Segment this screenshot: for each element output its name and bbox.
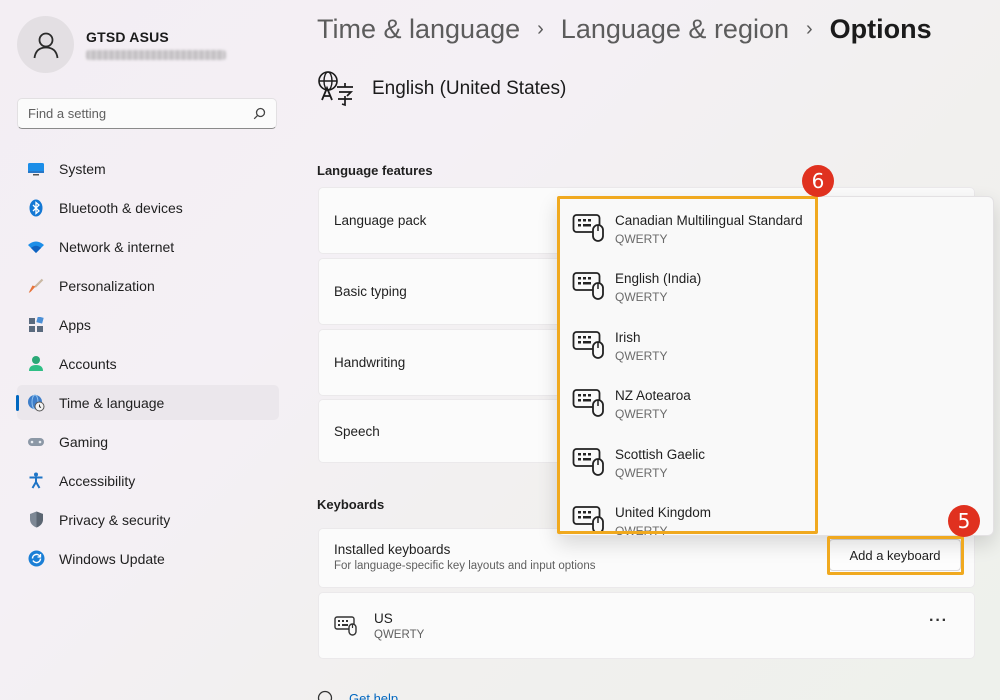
sidebar-item-label: Apps (59, 316, 91, 333)
card-title: Basic typing (334, 284, 407, 299)
section-keyboards: Keyboards (317, 497, 385, 512)
help-icon (317, 690, 333, 700)
breadcrumb-language-region[interactable]: Language & region (561, 14, 789, 45)
card-title: Handwriting (334, 355, 406, 370)
add-keyboard-button[interactable]: Add a keyboard (829, 539, 961, 571)
card-keyboard-us[interactable]: US QWERTY ··· (318, 592, 975, 659)
gamepad-icon (27, 433, 45, 451)
sidebar-item-apps[interactable]: Apps (17, 307, 279, 342)
sidebar-item-label: Windows Update (59, 550, 165, 567)
card-installed-keyboards: Installed keyboards For language-specifi… (318, 528, 975, 588)
globe-clock-icon (27, 394, 45, 412)
sidebar-item-label: Accounts (59, 355, 117, 372)
keyboard-name: US (374, 610, 393, 626)
breadcrumb: Time & language › Language & region › Op… (317, 14, 932, 45)
keyboard-option[interactable]: English (India) QWERTY (558, 255, 993, 313)
profile[interactable]: GTSD ASUS (17, 16, 226, 73)
sidebar-item-label: Personalization (59, 277, 155, 294)
sidebar-item-network[interactable]: Network & internet (17, 229, 279, 264)
nav-list: System Bluetooth & devices Network & int… (16, 151, 279, 580)
keyboard-option-name: NZ Aotearoa (615, 388, 691, 403)
keyboard-option[interactable]: NZ Aotearoa QWERTY (558, 372, 993, 430)
keyboard-option-name: English (India) (615, 271, 702, 286)
person-icon (27, 355, 45, 373)
keyboard-picker-flyout[interactable]: Canadian Multilingual Standard QWERTY En… (557, 196, 994, 536)
section-language-features: Language features (317, 163, 433, 178)
language-globe-icon (318, 71, 354, 107)
keyboard-icon (572, 330, 606, 365)
sidebar-item-system[interactable]: System (17, 151, 279, 186)
page-title: Options (829, 14, 932, 44)
keyboard-option-name: Irish (615, 330, 641, 345)
sidebar: GTSD ASUS Find a setting System Bluetoot… (0, 0, 295, 700)
profile-name: GTSD ASUS (86, 29, 169, 45)
keyboard-option-name: United Kingdom (615, 505, 712, 520)
keyboard-option-name: Scottish Gaelic (615, 447, 706, 462)
card-title: Speech (334, 423, 380, 439)
more-options-button[interactable]: ··· (929, 612, 948, 630)
language-header: English (United States) (317, 70, 566, 108)
sidebar-item-label: Accessibility (59, 472, 136, 489)
sidebar-item-label: Gaming (59, 433, 109, 450)
keyboard-option-layout: QWERTY (615, 466, 668, 480)
step-badge-5: 5 (948, 505, 980, 537)
sidebar-item-label: Time & language (59, 394, 165, 411)
bluetooth-icon (27, 199, 45, 217)
sidebar-item-privacy[interactable]: Privacy & security (17, 502, 279, 537)
keyboard-option-layout: QWERTY (615, 407, 668, 421)
search-box[interactable]: Find a setting (17, 98, 277, 129)
breadcrumb-time-language[interactable]: Time & language (317, 14, 520, 45)
get-help-link[interactable]: Get help (317, 690, 398, 700)
keyboard-icon (572, 447, 606, 482)
sidebar-item-windows-update[interactable]: Windows Update (17, 541, 279, 576)
person-outline-icon (33, 32, 58, 58)
keyboard-option-layout: QWERTY (615, 524, 668, 536)
sidebar-item-time-language[interactable]: Time & language (16, 385, 279, 420)
get-help-label: Get help (349, 690, 399, 700)
keyboard-option-layout: QWERTY (615, 290, 668, 304)
sidebar-item-bluetooth[interactable]: Bluetooth & devices (17, 190, 279, 225)
accessibility-icon (27, 472, 45, 490)
sidebar-item-label: System (59, 160, 106, 177)
wifi-icon (27, 238, 45, 256)
keyboard-icon (334, 615, 357, 636)
profile-email-redacted (86, 50, 226, 60)
step-badge-6: 6 (802, 165, 834, 197)
keyboard-layout: QWERTY (374, 628, 425, 641)
breadcrumb-separator: › (537, 18, 544, 40)
breadcrumb-separator: › (806, 18, 813, 40)
apps-icon (27, 316, 45, 334)
brush-icon (27, 277, 45, 295)
keyboard-icon (572, 505, 606, 535)
keyboard-option[interactable]: Irish QWERTY (558, 314, 993, 372)
keyboard-option-layout: QWERTY (615, 349, 668, 363)
sidebar-item-personalization[interactable]: Personalization (17, 268, 279, 303)
search-input[interactable]: Find a setting (28, 106, 253, 121)
language-title: English (United States) (372, 78, 567, 99)
sidebar-item-gaming[interactable]: Gaming (17, 424, 279, 459)
keyboard-icon (572, 213, 606, 248)
monitor-icon (27, 160, 45, 178)
shield-icon (27, 511, 45, 529)
keyboard-icon (572, 388, 606, 423)
search-icon (253, 107, 266, 120)
keyboard-option-name: Canadian Multilingual Standard (615, 213, 803, 228)
sidebar-item-label: Network & internet (59, 238, 175, 255)
update-icon (27, 550, 45, 568)
sidebar-item-label: Bluetooth & devices (59, 199, 183, 216)
sidebar-item-accounts[interactable]: Accounts (17, 346, 279, 381)
keyboard-option-layout: QWERTY (615, 232, 668, 246)
keyboard-option[interactable]: Scottish Gaelic QWERTY (558, 431, 993, 489)
keyboard-icon (572, 271, 606, 306)
keyboard-option[interactable]: United Kingdom QWERTY (558, 489, 993, 536)
keyboard-option[interactable]: Canadian Multilingual Standard QWERTY (558, 197, 993, 255)
sidebar-item-label: Privacy & security (59, 511, 171, 528)
card-title: Language pack (334, 213, 427, 228)
avatar (17, 16, 74, 73)
sidebar-item-accessibility[interactable]: Accessibility (17, 463, 279, 498)
